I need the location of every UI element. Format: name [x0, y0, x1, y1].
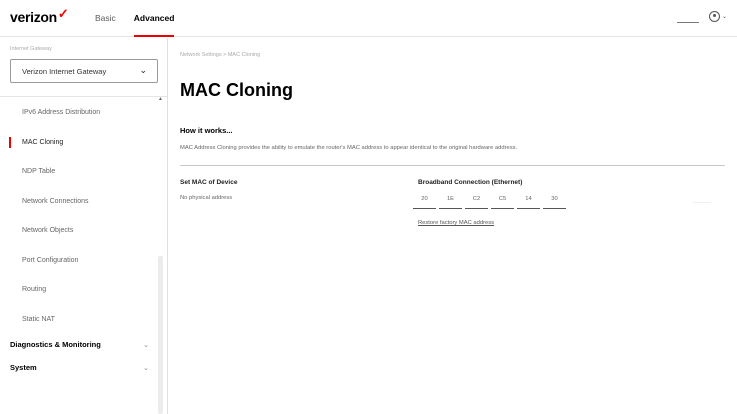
broadband-connection-label: Broadband Connection (Ethernet)	[418, 179, 523, 186]
section-label: Diagnostics & Monitoring	[10, 340, 101, 349]
sidebar-item-network-objects[interactable]: Network Objects	[0, 216, 168, 246]
sidebar-item-mac-cloning[interactable]: MAC Cloning	[0, 128, 168, 158]
mac-octet-field-6[interactable]: 30	[543, 189, 566, 209]
top-bar: verizon✓ Basic Advanced ⌄	[0, 0, 737, 37]
verizon-logo[interactable]: verizon✓	[10, 6, 69, 26]
sidebar-section-system[interactable]: System ⌄	[0, 357, 168, 380]
section-label: System	[10, 363, 37, 372]
tab-advanced[interactable]: Advanced	[133, 13, 175, 37]
chevron-down-icon: ⌄	[139, 65, 147, 75]
mac-octet-field-5[interactable]: 14	[517, 189, 540, 209]
sidebar-divider	[0, 96, 167, 97]
top-right-controls: ⌄	[677, 11, 727, 25]
sidebar-section-diagnostics[interactable]: Diagnostics & Monitoring ⌄	[0, 334, 168, 357]
mac-address-fields: 20 1E C2 C5 14 30	[413, 189, 566, 209]
sidebar: Internet Gateway Verizon Internet Gatewa…	[0, 38, 168, 414]
chevron-down-icon: ⌄	[143, 342, 149, 349]
restore-factory-mac-link[interactable]: Restore factory MAC address	[418, 220, 494, 226]
sidebar-item-routing[interactable]: Routing	[0, 275, 168, 305]
mac-octet-field-1[interactable]: 20	[413, 189, 436, 209]
mac-octet-field-2[interactable]: 1E	[439, 189, 462, 209]
sidebar-item-ndp-table[interactable]: NDP Table	[0, 157, 168, 187]
top-nav: Basic Advanced	[95, 13, 175, 37]
chevron-down-icon: ⌄	[143, 365, 149, 372]
user-account-icon[interactable]: ⌄	[709, 11, 727, 25]
mac-octet-field-4[interactable]: C5	[491, 189, 514, 209]
how-it-works-heading: How it works...	[180, 126, 233, 135]
sidebar-item-ipv6-address-distribution[interactable]: IPv6 Address Distribution	[0, 98, 168, 128]
gateway-select[interactable]: Verizon Internet Gateway ⌄	[10, 59, 158, 83]
gateway-label: Internet Gateway	[10, 46, 52, 52]
how-it-works-description: MAC Address Cloning provides the ability…	[180, 145, 518, 151]
sidebar-menu: IPv6 Address Distribution MAC Cloning ND…	[0, 98, 168, 380]
physical-address-value: No physical address	[180, 195, 233, 201]
page-title: MAC Cloning	[180, 80, 293, 100]
apply-button[interactable]	[693, 195, 711, 203]
set-mac-label: Set MAC of Device	[180, 179, 238, 186]
tab-basic[interactable]: Basic	[95, 13, 116, 37]
gateway-select-value: Verizon Internet Gateway	[22, 67, 107, 76]
mac-octet-field-3[interactable]: C2	[465, 189, 488, 209]
content-divider	[180, 165, 725, 166]
check-mark-icon: ✓	[57, 6, 69, 21]
sidebar-item-network-connections[interactable]: Network Connections	[0, 187, 168, 217]
breadcrumb[interactable]: Network Settings > MAC Cloning	[180, 52, 260, 58]
sidebar-item-static-nat[interactable]: Static NAT	[0, 305, 168, 335]
language-icon[interactable]	[677, 13, 699, 23]
brand-name: verizon	[10, 9, 57, 25]
sidebar-item-port-configuration[interactable]: Port Configuration	[0, 246, 168, 276]
